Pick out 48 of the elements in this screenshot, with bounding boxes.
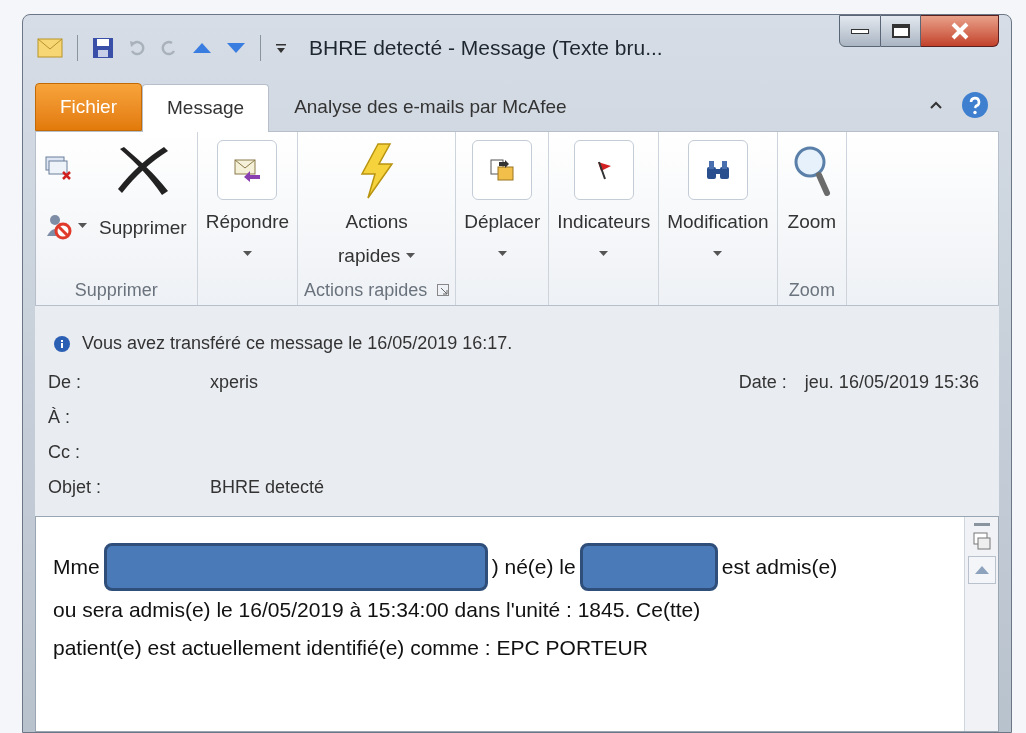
collapse-ribbon-icon[interactable] <box>929 100 943 110</box>
close-button[interactable] <box>921 15 999 47</box>
envelope-icon <box>37 38 63 58</box>
group-label: Zoom <box>788 278 835 302</box>
close-icon <box>949 22 970 40</box>
magnifier-icon <box>792 145 831 197</box>
info-message: Vous avez transféré ce message le 16/05/2019 16:17. <box>82 332 513 355</box>
envelope-stack-icon <box>44 155 72 181</box>
maximize-button[interactable] <box>881 15 921 47</box>
field-label: De : <box>48 371 82 394</box>
folder-move-icon <box>489 158 516 182</box>
field-label: Objet : <box>48 476 103 499</box>
ribbon-tab[interactable]: Analyse des e-mails par McAfee <box>269 83 592 131</box>
ribbon-button[interactable]: Zoom <box>783 140 841 236</box>
person-blocked-icon <box>44 212 72 240</box>
body-text: est admis(e) <box>721 554 838 580</box>
binoculars-icon <box>704 159 731 181</box>
save-icon[interactable] <box>92 37 114 59</box>
envelope-reply-icon <box>233 158 262 182</box>
window-title: BHRE detecté - Message (Texte bru... <box>309 35 663 62</box>
dialog-launcher-icon[interactable] <box>437 284 450 296</box>
body-text: ) né(e) le <box>491 554 576 580</box>
field-label: Cc : <box>48 441 81 464</box>
ribbon-button[interactable]: Répondre <box>203 140 292 264</box>
field-value: xperis <box>210 371 258 394</box>
field-label: Date : <box>738 371 787 394</box>
field-value: jeu. 16/05/2019 15:36 <box>804 371 979 394</box>
down-arrow-icon[interactable] <box>226 41 246 55</box>
ribbon-button[interactable]: Actions rapides <box>334 140 420 270</box>
ribbon-button[interactable]: Modification <box>665 140 771 264</box>
field-label: À : <box>48 406 71 429</box>
ribbon-button[interactable]: Indicateurs <box>555 140 653 264</box>
up-arrow-icon[interactable] <box>192 41 212 55</box>
body-text: ou sera admis(e) le 16/05/2019 à 15:34:00 dans l'unité : 1845. Ce(tte) <box>53 597 701 623</box>
up-arrow-icon <box>974 566 989 574</box>
help-icon[interactable] <box>961 91 989 119</box>
group-label: Actions rapides <box>304 278 428 302</box>
field-value: BHRE detecté <box>210 476 325 499</box>
customize-icon[interactable] <box>275 42 287 54</box>
split-icon <box>972 532 991 550</box>
body-text: Mme <box>53 554 100 580</box>
ribbon-button[interactable]: Supprimer <box>95 140 191 242</box>
body-text: patient(e) est actuellement identifié(e) comme : EPC PORTEUR <box>53 635 648 661</box>
ribbon-tab[interactable]: Message <box>142 84 270 132</box>
info-icon <box>54 335 70 352</box>
minimize-button[interactable] <box>839 15 881 47</box>
group-label: Supprimer <box>74 278 158 302</box>
ribbon-button[interactable]: Déplacer <box>462 140 543 264</box>
